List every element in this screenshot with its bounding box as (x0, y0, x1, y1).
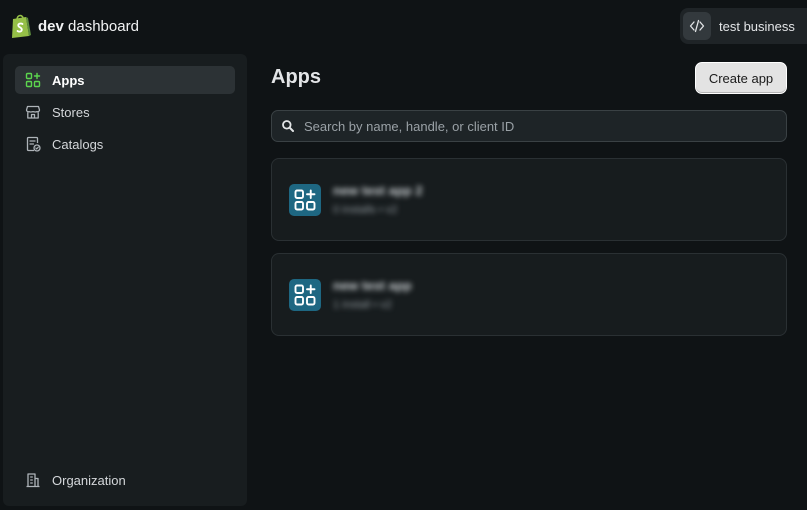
app-info: new test app 2 0 installs • v2 (333, 183, 423, 216)
app-name: new test app 2 (333, 183, 423, 198)
sidebar-item-label: Apps (52, 72, 85, 88)
account-name: test business (719, 18, 795, 34)
create-app-button[interactable]: Create app (695, 62, 787, 94)
app-icon (289, 183, 321, 216)
app-card[interactable]: new test app 2 0 installs • v2 (271, 158, 787, 241)
app-icon (289, 278, 321, 311)
app-card[interactable]: new test app 1 install • v2 (271, 253, 787, 336)
sidebar-item-label: Stores (52, 104, 90, 120)
sidebar-item-catalogs[interactable]: Catalogs (15, 130, 235, 158)
code-icon[interactable] (683, 12, 711, 40)
page-title: Apps (271, 66, 321, 88)
search-bar[interactable] (271, 110, 787, 142)
store-icon (25, 105, 41, 119)
brand[interactable]: dev dashboard (10, 13, 139, 39)
search-icon (282, 120, 294, 132)
search-input[interactable] (304, 118, 774, 134)
top-bar: dev dashboard test business (0, 0, 807, 52)
sidebar-item-label: Organization (52, 472, 126, 488)
sidebar-item-stores[interactable]: Stores (15, 98, 235, 126)
sidebar: Apps Stores Catalogs Organization (3, 54, 247, 506)
app-meta: 0 installs • v2 (333, 204, 398, 216)
shopify-bag-icon (12, 14, 31, 38)
app-info: new test app 1 install • v2 (333, 278, 412, 311)
apps-icon (25, 72, 41, 88)
app-name: new test app (333, 278, 412, 293)
sidebar-item-apps[interactable]: Apps (15, 66, 235, 94)
sidebar-item-label: Catalogs (52, 136, 104, 152)
sidebar-item-organization[interactable]: Organization (15, 466, 235, 494)
organization-icon (26, 473, 40, 488)
catalog-icon (26, 136, 41, 152)
brand-name: dev dashboard (38, 17, 139, 35)
account-switcher[interactable]: test business (680, 8, 807, 44)
app-meta: 1 install • v2 (333, 299, 392, 311)
